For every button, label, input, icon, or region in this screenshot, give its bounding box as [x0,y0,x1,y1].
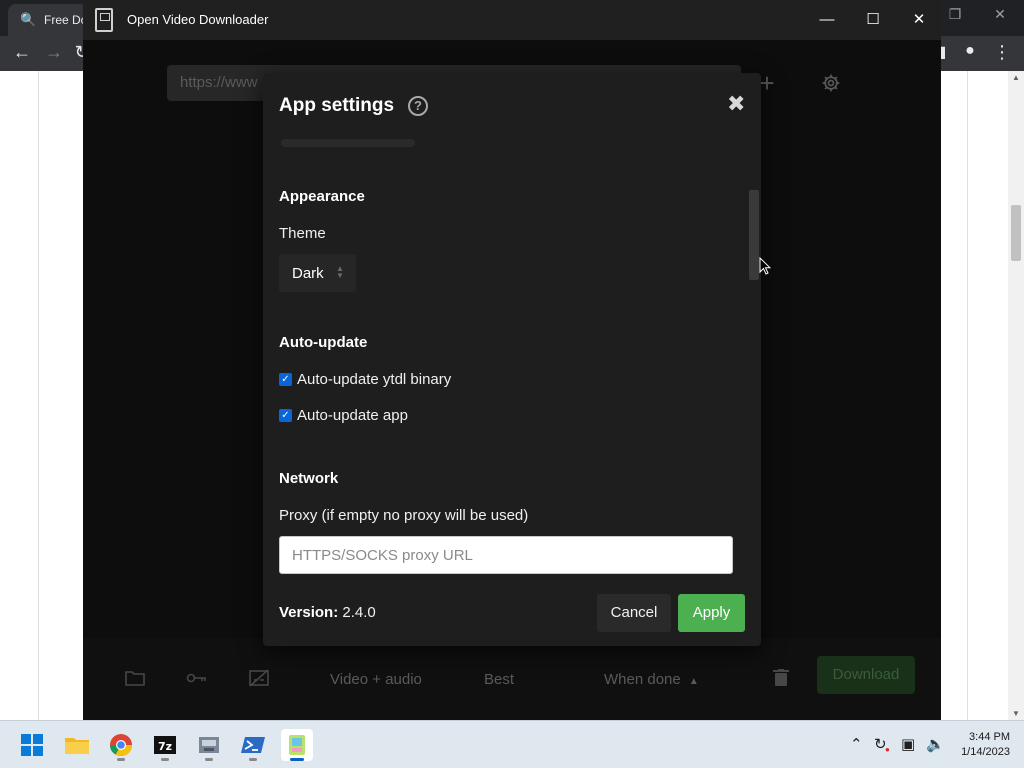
running-indicator [117,758,125,761]
auto-update-app-label[interactable]: Auto-update app [297,407,408,424]
dialog-title: App settings [279,95,395,116]
taskbar-chrome[interactable] [105,729,137,761]
svg-text:7z: 7z [158,740,172,753]
window-close-icon[interactable]: ✕ [896,0,941,40]
dialog-header: App settings ? ✖ [263,73,761,135]
version-text: Version: 2.4.0 [279,604,376,621]
clipped-control [281,139,415,147]
open-video-downloader-icon [289,735,305,755]
scroll-down-icon[interactable]: ▼ [1008,709,1024,718]
browser-tab-title: Free Do [44,13,88,27]
network-icon[interactable]: ▣ [901,735,915,753]
minimize-icon[interactable]: — [804,0,850,40]
menu-kebab-icon[interactable]: ⋮ [990,42,1014,63]
app-window-title: Open Video Downloader [127,12,269,27]
app-settings-dialog: App settings ? ✖ Appearance Theme Dark ▲… [263,73,761,646]
browser-restore-icon[interactable]: ❐ [943,6,967,23]
help-icon[interactable]: ? [408,96,428,116]
file-explorer-icon [65,738,89,754]
app-titlebar: Open Video Downloader — ☐ ✕ [83,0,941,40]
running-indicator [205,758,213,761]
taskbar-installer[interactable] [193,729,225,761]
proxy-label: Proxy (if empty no proxy will be used) [279,507,529,524]
auto-update-ytdl-checkbox[interactable]: ✓ [279,373,292,386]
auto-update-ytdl-label[interactable]: Auto-update ytdl binary [297,371,451,388]
clock-date: 1/14/2023 [961,746,1010,758]
taskbar-file-explorer[interactable] [61,729,93,761]
browser-tab[interactable]: 🔍 Free Do [8,4,88,36]
powershell-icon [241,737,265,753]
dialog-scrollbar-thumb[interactable] [749,190,759,280]
network-heading: Network [279,470,339,487]
theme-label: Theme [279,225,326,242]
profile-icon[interactable]: ● [958,42,982,60]
taskbar-open-video-downloader[interactable] [281,729,313,761]
dialog-body[interactable]: Appearance Theme Dark ▲ ▼ Auto-update ✓ A… [263,135,761,575]
auto-update-app-checkbox[interactable]: ✓ [279,409,292,422]
maximize-icon[interactable]: ☐ [850,0,896,40]
running-indicator [161,758,169,761]
status-dot-icon: ● [885,745,890,754]
forward-arrow-icon[interactable]: → [42,42,66,63]
apply-button[interactable]: Apply [678,594,745,632]
film-download-icon [95,8,113,32]
theme-select[interactable]: Dark ▲ ▼ [279,254,356,292]
taskbar-7zip[interactable]: 7z [149,729,181,761]
mouse-cursor-icon [759,257,771,275]
page-scrollbar-thumb[interactable] [1011,205,1021,261]
taskbar: 7z ⌃ ↻ ● ▣ 🔈 3:44 PM 1/14/2023 [0,720,1024,768]
auto-update-heading: Auto-update [279,334,368,351]
appearance-heading: Appearance [279,188,365,205]
running-indicator [249,758,257,761]
running-indicator [290,758,304,761]
proxy-url-input[interactable] [279,536,733,574]
version-value: 2.4.0 [342,604,376,621]
back-arrow-icon[interactable]: ← [10,42,34,63]
clock-time: 3:44 PM [969,731,1010,743]
taskbar-clock[interactable]: 3:44 PM 1/14/2023 [950,730,1010,760]
scroll-up-icon[interactable]: ▲ [1008,73,1024,82]
volume-icon[interactable]: 🔈 [926,735,945,753]
7zip-icon: 7z [154,736,176,754]
chevron-up-icon[interactable]: ⌃ [850,735,863,753]
dialog-footer: Version: 2.4.0 Cancel Apply [263,575,761,646]
taskbar-powershell[interactable] [237,729,269,761]
theme-value: Dark [292,265,324,282]
start-icon [21,734,43,756]
app-window: Open Video Downloader — ☐ ✕ https://www … [83,0,941,720]
select-arrows-icon: ▲ ▼ [336,264,344,280]
page-scrollbar[interactable]: ▲ ▼ [1008,71,1024,720]
installer-icon [199,737,219,753]
close-icon[interactable]: ✖ [727,93,745,115]
search-icon: 🔍 [20,12,37,27]
browser-close-icon[interactable]: ✕ [988,6,1012,23]
chrome-icon [110,734,132,756]
cancel-button[interactable]: Cancel [597,594,671,632]
version-label: Version: [279,604,339,621]
start-button[interactable] [16,729,48,761]
